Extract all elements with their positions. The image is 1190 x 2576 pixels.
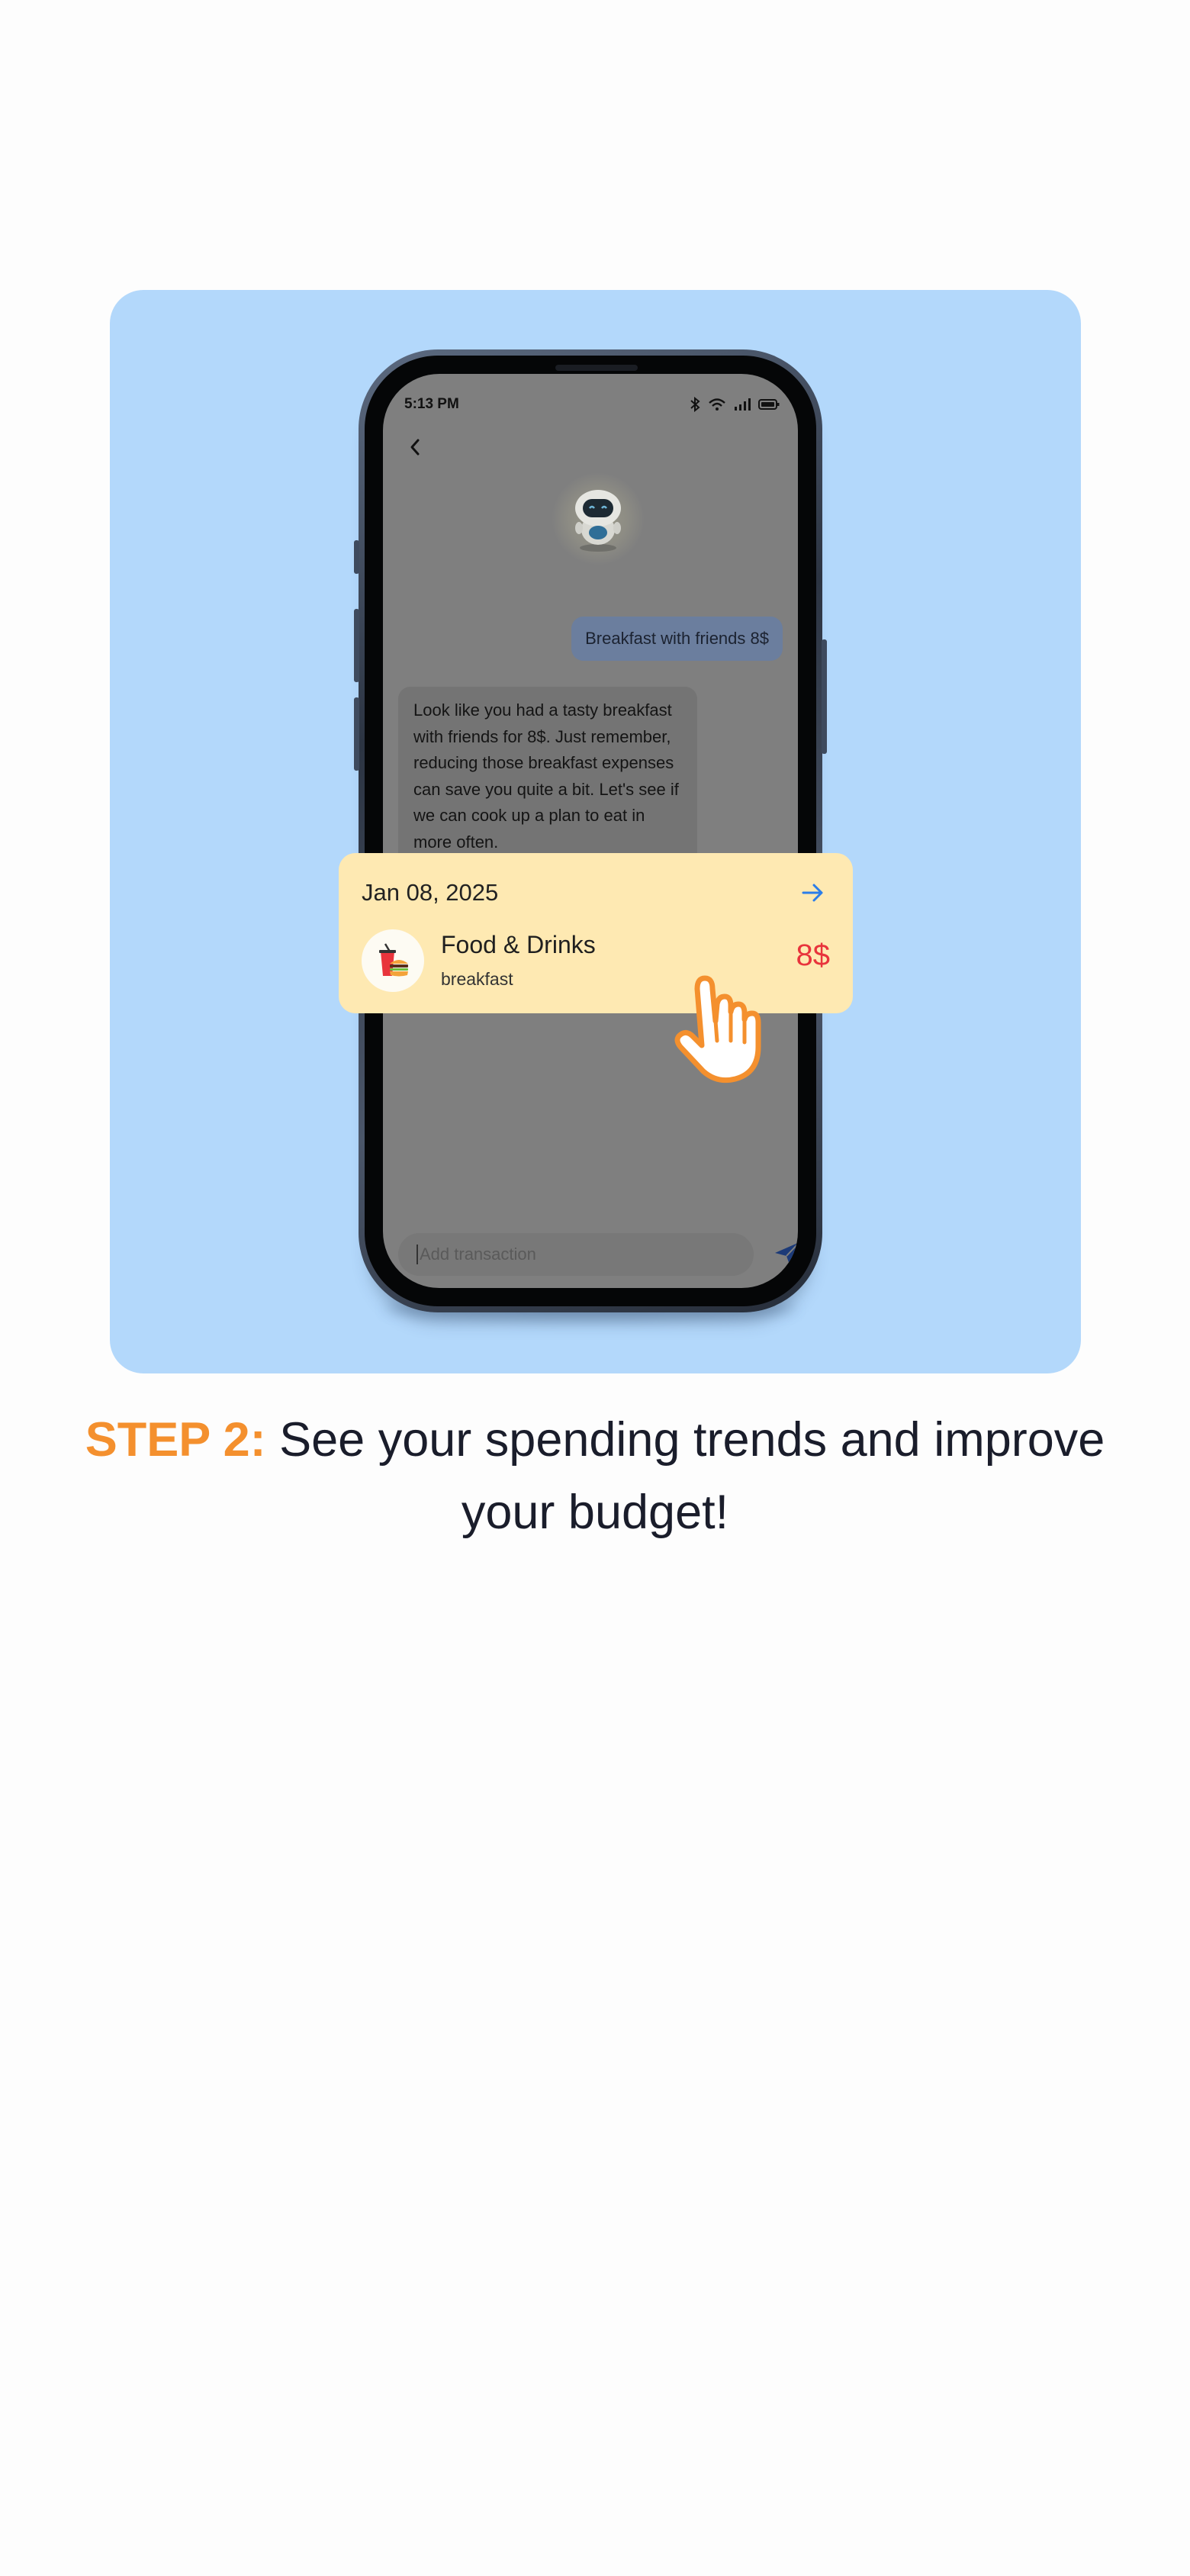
back-chevron-icon	[410, 439, 420, 456]
battery-icon	[758, 399, 780, 410]
step-description: See your spending trends and improve you…	[265, 1413, 1105, 1539]
phone-side-button	[354, 697, 359, 771]
back-button[interactable]	[400, 432, 430, 462]
robot-avatar-icon	[575, 490, 621, 552]
arrow-right-icon	[802, 884, 823, 902]
transaction-category: Food & Drinks	[441, 931, 596, 958]
transaction-date: Jan 08, 2025	[362, 879, 499, 906]
phone-bezel: 5:13 PM Breakfast with friends 8$ Look l…	[365, 356, 816, 1306]
input-placeholder: Add transaction	[420, 1245, 536, 1264]
hero-illustration: 5:13 PM Breakfast with friends 8$ Look l…	[110, 290, 1081, 1373]
phone-side-button	[354, 540, 359, 574]
phone-side-button	[822, 639, 827, 754]
status-bar: 5:13 PM	[404, 389, 780, 420]
tap-hand-icon	[674, 975, 761, 1084]
tap-hand	[670, 968, 784, 1090]
send-icon	[775, 1242, 798, 1267]
robot-avatar	[552, 473, 644, 565]
text-caret	[416, 1245, 418, 1264]
send-button[interactable]	[769, 1236, 798, 1273]
phone-screen: 5:13 PM Breakfast with friends 8$ Look l…	[383, 374, 798, 1288]
phone-mockup: 5:13 PM Breakfast with friends 8$ Look l…	[354, 349, 827, 1312]
bluetooth-icon	[690, 397, 700, 412]
bot-message-bubble: Look like you had a tasty breakfast with…	[398, 687, 697, 871]
transaction-note: breakfast	[441, 969, 513, 989]
wifi-icon	[709, 398, 725, 411]
open-transaction-button[interactable]	[796, 876, 830, 910]
food-drinks-icon	[379, 943, 408, 977]
user-message-bubble: Breakfast with friends 8$	[571, 617, 783, 661]
transaction-amount: 8$	[796, 939, 831, 972]
add-transaction-input[interactable]: Add transaction	[398, 1233, 754, 1276]
phone-side-button	[354, 609, 359, 682]
signal-icon	[735, 398, 751, 411]
phone-speaker	[555, 365, 638, 371]
step-label: STEP 2:	[85, 1413, 266, 1467]
category-icon-badge	[362, 929, 424, 992]
status-time: 5:13 PM	[404, 396, 459, 412]
step-caption: STEP 2: See your spending trends and imp…	[61, 1404, 1129, 1549]
